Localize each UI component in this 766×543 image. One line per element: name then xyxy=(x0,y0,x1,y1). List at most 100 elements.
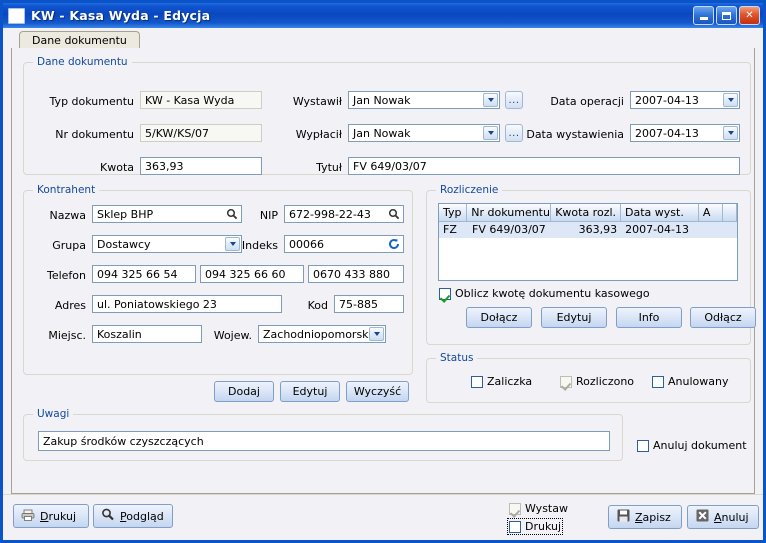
cancel-icon xyxy=(696,509,709,525)
search-icon[interactable] xyxy=(387,207,400,220)
wyczysc-button[interactable]: Wyczyść xyxy=(346,381,409,402)
tab-strip: Dane dokumentu xyxy=(3,28,763,48)
checkbox-anuluj-dokument-label: Anuluj dokument xyxy=(653,439,747,452)
label-miejsc: Miejsc. xyxy=(48,329,86,342)
dialog-window: KW - Kasa Wyda - Edycja ✕ Dane dokumentu… xyxy=(0,0,766,543)
close-button[interactable]: ✕ xyxy=(739,6,760,25)
label-wyplacil: Wypłacił xyxy=(295,128,342,141)
grid-col-extra[interactable] xyxy=(723,204,737,221)
grid-col-a[interactable]: A xyxy=(699,204,724,221)
checkbox-rozliczono-box xyxy=(560,375,572,388)
group-status: Status Zaliczka Rozliczono Anulowany xyxy=(426,352,751,403)
cell-a xyxy=(699,222,724,238)
chevron-down-icon[interactable] xyxy=(723,93,738,107)
field-indeks[interactable]: 00066 xyxy=(284,235,404,253)
field-telefon-1[interactable]: 094 325 66 54 xyxy=(92,265,196,283)
tab-dane-dokumentu[interactable]: Dane dokumentu xyxy=(19,31,140,48)
podglad-button[interactable]: Podgląd xyxy=(93,504,173,528)
field-telefon-3[interactable]: 0670 433 880 xyxy=(308,265,404,283)
combo-wojew-value: Zachodniopomorskie xyxy=(263,328,379,341)
drukuj-button[interactable]: Drukuj xyxy=(13,504,89,528)
anuluj-button[interactable]: Anuluj xyxy=(687,505,759,529)
maximize-button[interactable] xyxy=(716,6,737,25)
checkbox-anuluj-dokument-box xyxy=(637,439,649,452)
cell-nr-dokumentu: FV 649/03/07 xyxy=(472,223,546,236)
window-title: KW - Kasa Wyda - Edycja xyxy=(31,8,211,23)
checkbox-anulowany[interactable]: Anulowany xyxy=(652,375,728,388)
grid-col-nr-dokumentu[interactable]: Nr dokumentu xyxy=(467,204,551,221)
refresh-icon[interactable] xyxy=(387,237,400,250)
chevron-down-icon[interactable] xyxy=(483,93,498,107)
label-data-operacji: Data operacji xyxy=(550,95,624,108)
group-uwagi: Uwagi Zakup środków czyszczących xyxy=(23,408,623,461)
field-nip-value: 672-998-22-43 xyxy=(289,208,371,221)
minimize-button[interactable] xyxy=(693,6,714,25)
checkbox-drukuj[interactable]: Drukuj xyxy=(506,518,564,535)
checkbox-anuluj-dokument[interactable]: Anuluj dokument xyxy=(637,439,747,452)
info-button[interactable]: Info xyxy=(616,307,682,328)
group-kontrahent: Kontrahent Nazwa Sklep BHP NIP 672-998-2… xyxy=(23,184,413,375)
label-wojew: Wojew. xyxy=(213,329,252,342)
label-nazwa: Nazwa xyxy=(49,209,86,222)
grid-col-typ[interactable]: Typ xyxy=(439,204,468,221)
grid-header-row: Typ Nr dokumentu Kwota rozl. Data wyst. … xyxy=(439,204,737,222)
field-nazwa[interactable]: Sklep BHP xyxy=(92,205,242,223)
checkbox-oblicz-kwote[interactable]: Oblicz kwotę dokumentu kasowego xyxy=(439,287,650,300)
field-nip[interactable]: 672-998-22-43 xyxy=(284,205,404,223)
field-typ-dokumentu: KW - Kasa Wyda xyxy=(140,91,262,109)
datepicker-data-operacji[interactable]: 2007-04-13 xyxy=(630,91,740,109)
checkbox-oblicz-kwote-box xyxy=(439,287,451,300)
combo-wystawil[interactable]: Jan Nowak xyxy=(348,91,500,109)
data-operacji-value: 2007-04-13 xyxy=(635,94,699,107)
odlacz-button[interactable]: Odłącz xyxy=(690,307,756,328)
save-icon xyxy=(617,509,630,525)
field-uwagi[interactable]: Zakup środków czyszczących xyxy=(38,431,610,451)
dodaj-button[interactable]: Dodaj xyxy=(214,381,274,402)
label-typ-dokumentu: Typ dokumentu xyxy=(49,95,134,108)
data-wystawienia-value: 2007-04-13 xyxy=(635,127,699,140)
datepicker-data-wystawienia[interactable]: 2007-04-13 xyxy=(630,124,740,142)
table-row[interactable]: FZ FV 649/03/07 363,93 2007-04-13 xyxy=(439,222,737,238)
field-nr-dokumentu: 5/KW/KS/07 xyxy=(140,124,262,142)
chevron-down-icon[interactable] xyxy=(483,126,498,140)
field-telefon-2[interactable]: 094 325 66 60 xyxy=(200,265,304,283)
combo-wojew[interactable]: Zachodniopomorskie xyxy=(258,325,386,343)
chevron-down-icon[interactable] xyxy=(369,327,384,341)
combo-wyplacil[interactable]: Jan Nowak xyxy=(348,124,500,142)
field-tytul[interactable]: FV 649/03/07 xyxy=(348,157,740,175)
field-kwota[interactable]: 363,93 xyxy=(140,157,262,175)
label-tytul: Tytuł xyxy=(316,161,342,174)
label-nr-dokumentu: Nr dokumentu xyxy=(55,128,134,141)
group-status-legend: Status xyxy=(436,352,478,364)
edytuj-kontrahent-button[interactable]: Edytuj xyxy=(280,381,340,402)
combo-wyplacil-value: Jan Nowak xyxy=(353,127,411,140)
field-kod[interactable]: 75-885 xyxy=(334,295,404,313)
combo-wystawil-value: Jan Nowak xyxy=(353,94,411,107)
zapisz-button[interactable]: Zapisz xyxy=(608,505,682,529)
combo-grupa[interactable]: Dostawcy xyxy=(92,235,242,253)
cell-typ: FZ xyxy=(443,223,457,236)
edytuj-rozliczenie-button[interactable]: Edytuj xyxy=(541,307,607,328)
zapisz-button-label: Zapisz xyxy=(635,510,671,524)
cell-data-wyst: 2007-04-13 xyxy=(625,223,690,236)
field-adres[interactable]: ul. Poniatowskiego 23 xyxy=(92,295,282,313)
checkbox-wystaw-box xyxy=(509,502,521,515)
label-kod: Kod xyxy=(307,299,328,312)
combo-grupa-value: Dostawcy xyxy=(97,238,151,251)
checkbox-zaliczka[interactable]: Zaliczka xyxy=(471,375,532,388)
group-rozliczenie: Rozliczenie Typ Nr dokumentu Kwota rozl.… xyxy=(426,184,756,345)
tab-page: Dane dokumentu Typ dokumentu KW - Kasa W… xyxy=(11,48,756,494)
printer-icon xyxy=(21,509,35,524)
label-nip: NIP xyxy=(259,209,278,222)
search-icon[interactable] xyxy=(225,207,238,220)
window-icon xyxy=(8,7,25,24)
chevron-down-icon[interactable] xyxy=(723,126,738,140)
grid-col-kwota-rozl[interactable]: Kwota rozl. xyxy=(551,204,622,221)
field-miejsc[interactable]: Koszalin xyxy=(92,325,202,343)
rozliczenie-grid[interactable]: Typ Nr dokumentu Kwota rozl. Data wyst. … xyxy=(438,203,738,281)
dolacz-button[interactable]: Dołącz xyxy=(466,307,532,328)
footer-bar: Drukuj Podgląd Wystaw Drukuj Zapisz Anul… xyxy=(3,494,763,540)
label-telefon: Telefon xyxy=(46,269,86,282)
magnifier-icon xyxy=(101,508,115,524)
grid-col-data-wyst[interactable]: Data wyst. xyxy=(621,204,699,221)
